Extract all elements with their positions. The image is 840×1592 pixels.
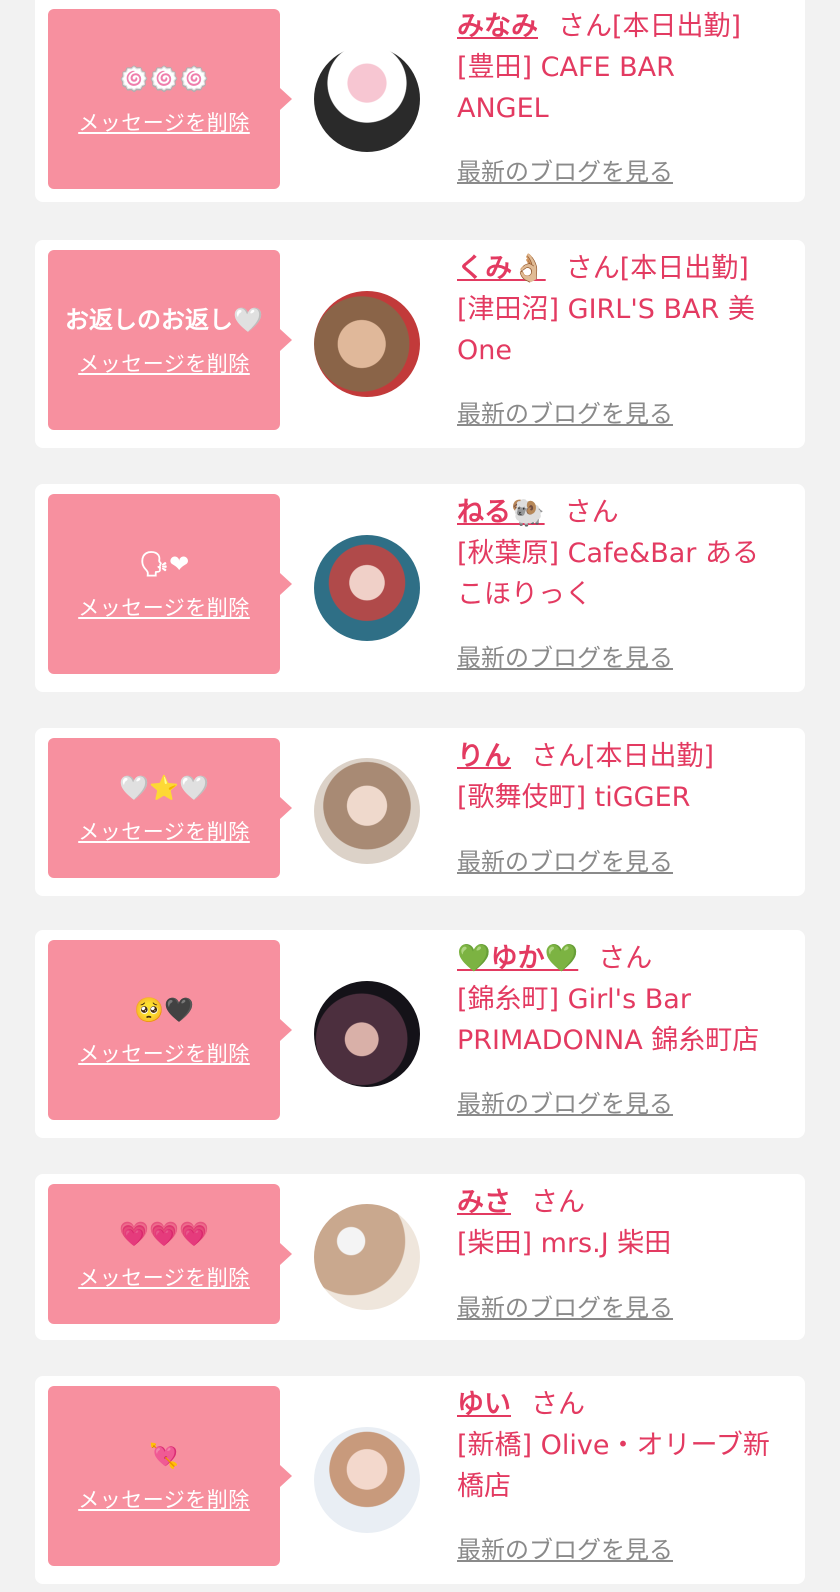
message-bubble: 🗣❤ メッセージを削除 bbox=[48, 494, 292, 674]
cast-suffix: さん bbox=[531, 1187, 585, 1218]
reply-text: 🍥🍥🍥 bbox=[119, 64, 209, 93]
shop-line: [歌舞伎町] tiGGER bbox=[457, 782, 691, 813]
cast-info: みなみ さん[本日出勤] [豊田] CAFE BAR ANGEL bbox=[457, 6, 785, 129]
reply-text: 💗💗💗 bbox=[119, 1219, 209, 1248]
message-bubble: 🤍⭐️🤍 メッセージを削除 bbox=[48, 738, 292, 878]
cast-info: 💚ゆか💚 さん [錦糸町] Girl's Bar PRIMADONNA 錦糸町店 bbox=[457, 938, 785, 1061]
cast-suffix: さん[本日出勤] bbox=[558, 11, 742, 42]
reply-text: お返しのお返し🤍 bbox=[65, 305, 263, 334]
latest-blog-link[interactable]: 最新のブログを見る bbox=[457, 1084, 673, 1119]
shop-line: One bbox=[457, 335, 512, 366]
name-line: くみ👌🏼 さん[本日出勤] bbox=[457, 248, 785, 289]
cast-name-link[interactable]: くみ👌🏼 bbox=[457, 253, 546, 284]
message-card: お返しのお返し🤍 メッセージを削除 くみ👌🏼 さん[本日出勤] [津田沼] GIR… bbox=[35, 240, 805, 448]
delete-message-link[interactable]: メッセージを削除 bbox=[78, 1484, 250, 1514]
cast-suffix: さん bbox=[598, 943, 653, 974]
cast-suffix: さん[本日出勤] bbox=[565, 253, 749, 284]
message-card: 🗣❤ メッセージを削除 ねる🐏 さん [秋葉原] Cafe&Bar ある こほりっ… bbox=[35, 484, 805, 692]
shop-line: PRIMADONNA 錦糸町店 bbox=[457, 1025, 760, 1056]
message-bubble: お返しのお返し🤍 メッセージを削除 bbox=[48, 250, 292, 430]
latest-blog-link[interactable]: 最新のブログを見る bbox=[457, 1288, 673, 1323]
name-line: みさ さん bbox=[457, 1182, 785, 1223]
cast-name-link[interactable]: みさ bbox=[457, 1187, 511, 1218]
avatar[interactable] bbox=[314, 981, 420, 1087]
shop-line: [秋葉原] Cafe&Bar ある bbox=[457, 538, 759, 569]
message-card: 💗💗💗 メッセージを削除 みさ さん [柴田] mrs.J 柴田 最新のブログを見… bbox=[35, 1174, 805, 1340]
delete-message-link[interactable]: メッセージを削除 bbox=[78, 816, 250, 846]
delete-message-link[interactable]: メッセージを削除 bbox=[78, 348, 250, 378]
cast-suffix: さん[本日出勤] bbox=[531, 741, 715, 772]
cast-info: くみ👌🏼 さん[本日出勤] [津田沼] GIRL'S BAR 美 One bbox=[457, 248, 785, 371]
reply-text: 🥺🖤 bbox=[134, 995, 194, 1024]
latest-blog-link[interactable]: 最新のブログを見る bbox=[457, 842, 673, 877]
delete-message-link[interactable]: メッセージを削除 bbox=[78, 1262, 250, 1292]
shop-line: ANGEL bbox=[457, 93, 549, 124]
cast-info: りん さん[本日出勤] [歌舞伎町] tiGGER bbox=[457, 736, 785, 818]
cast-name-link[interactable]: ゆい bbox=[457, 1389, 511, 1420]
shop-line: [新橋] Olive・オリーブ新 bbox=[457, 1430, 770, 1461]
delete-message-link[interactable]: メッセージを削除 bbox=[78, 592, 250, 622]
shop-line: こほりっく bbox=[457, 579, 592, 610]
cast-info: ゆい さん [新橋] Olive・オリーブ新 橋店 bbox=[457, 1384, 785, 1507]
cast-suffix: さん bbox=[564, 497, 619, 528]
message-bubble: 🥺🖤 メッセージを削除 bbox=[48, 940, 292, 1120]
shop-line: [津田沼] GIRL'S BAR 美 bbox=[457, 294, 755, 325]
shop-line: [錦糸町] Girl's Bar bbox=[457, 984, 691, 1015]
message-card: 🍥🍥🍥 メッセージを削除 みなみ さん[本日出勤] [豊田] CAFE BAR A… bbox=[35, 0, 805, 202]
cast-info: ねる🐏 さん [秋葉原] Cafe&Bar ある こほりっく bbox=[457, 492, 785, 615]
avatar[interactable] bbox=[314, 291, 420, 397]
cast-name-link[interactable]: みなみ bbox=[457, 11, 538, 42]
message-card: 🥺🖤 メッセージを削除 💚ゆか💚 さん [錦糸町] Girl's Bar PRIM… bbox=[35, 930, 805, 1138]
avatar[interactable] bbox=[314, 1204, 420, 1310]
avatar[interactable] bbox=[314, 535, 420, 641]
cast-name-link[interactable]: 💚ゆか💚 bbox=[457, 943, 578, 974]
cast-info: みさ さん [柴田] mrs.J 柴田 bbox=[457, 1182, 785, 1264]
message-bubble: 🍥🍥🍥 メッセージを削除 bbox=[48, 9, 292, 189]
message-card: 💘 メッセージを削除 ゆい さん [新橋] Olive・オリーブ新 橋店 最新のブ… bbox=[35, 1376, 805, 1584]
cast-name-link[interactable]: ねる🐏 bbox=[457, 497, 545, 528]
latest-blog-link[interactable]: 最新のブログを見る bbox=[457, 638, 673, 673]
shop-line: [豊田] CAFE BAR bbox=[457, 52, 675, 83]
delete-message-link[interactable]: メッセージを削除 bbox=[78, 1038, 250, 1068]
name-line: 💚ゆか💚 さん bbox=[457, 938, 785, 979]
reply-text: 🤍⭐️🤍 bbox=[119, 773, 209, 802]
avatar[interactable] bbox=[314, 46, 420, 152]
name-line: ゆい さん bbox=[457, 1384, 785, 1425]
cast-suffix: さん bbox=[531, 1389, 585, 1420]
reply-text: 💘 bbox=[149, 1441, 179, 1470]
name-line: ねる🐏 さん bbox=[457, 492, 785, 533]
avatar[interactable] bbox=[314, 758, 420, 864]
reply-text: 🗣❤ bbox=[138, 549, 190, 578]
shop-line: 橋店 bbox=[457, 1471, 511, 1502]
message-bubble: 💗💗💗 メッセージを削除 bbox=[48, 1184, 292, 1324]
avatar[interactable] bbox=[314, 1427, 420, 1533]
name-line: みなみ さん[本日出勤] bbox=[457, 6, 785, 47]
message-bubble: 💘 メッセージを削除 bbox=[48, 1386, 292, 1566]
shop-line: [柴田] mrs.J 柴田 bbox=[457, 1228, 672, 1259]
latest-blog-link[interactable]: 最新のブログを見る bbox=[457, 1530, 673, 1565]
cast-name-link[interactable]: りん bbox=[457, 741, 511, 772]
name-line: りん さん[本日出勤] bbox=[457, 736, 785, 777]
latest-blog-link[interactable]: 最新のブログを見る bbox=[457, 394, 673, 429]
delete-message-link[interactable]: メッセージを削除 bbox=[78, 107, 250, 137]
message-card: 🤍⭐️🤍 メッセージを削除 りん さん[本日出勤] [歌舞伎町] tiGGER 最… bbox=[35, 728, 805, 896]
latest-blog-link[interactable]: 最新のブログを見る bbox=[457, 152, 673, 187]
